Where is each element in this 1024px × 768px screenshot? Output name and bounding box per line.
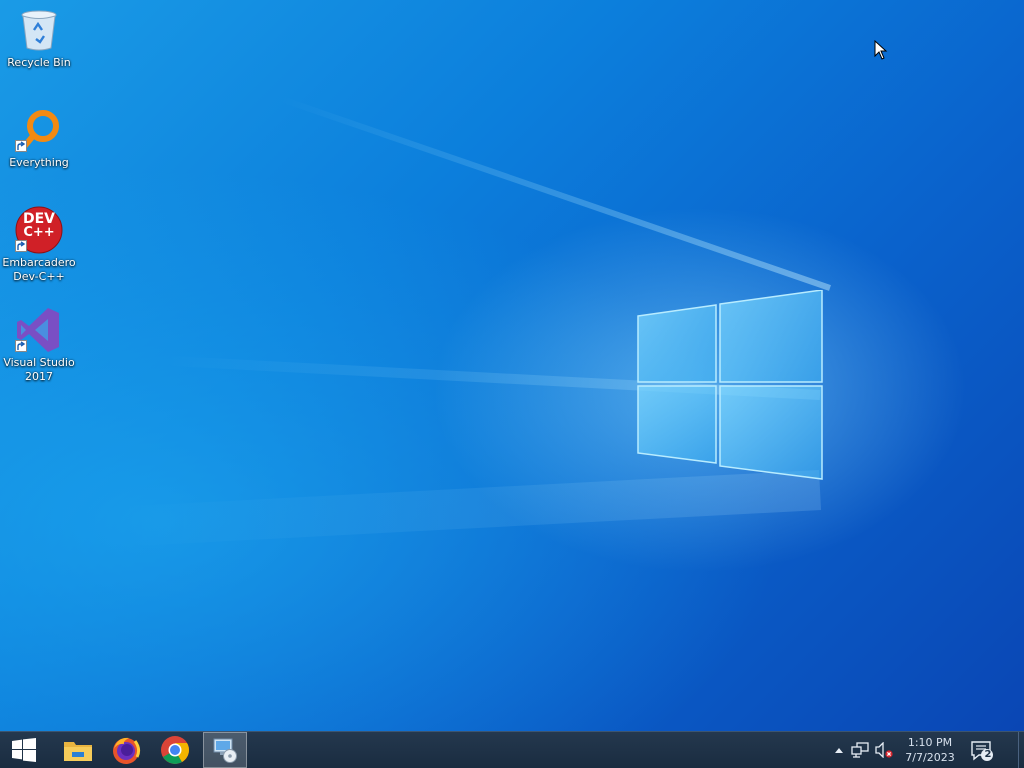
light-beam xyxy=(119,470,822,547)
file-explorer-icon xyxy=(64,742,92,761)
taskbar-firefox[interactable] xyxy=(102,732,150,768)
visual-studio-icon xyxy=(15,306,63,354)
desktop-icon-label: Embarcadero Dev-C++ xyxy=(2,256,76,283)
desktop-icon-label: Recycle Bin xyxy=(7,56,71,69)
tray-show-hidden[interactable] xyxy=(832,742,846,758)
windows-logo-wallpaper xyxy=(637,290,823,480)
desktop-icon-label: Visual Studio 2017 xyxy=(3,356,75,383)
desktop-icon-label: Everything xyxy=(9,156,69,169)
tray-network[interactable] xyxy=(851,742,869,758)
taskbar-file-explorer[interactable] xyxy=(54,732,102,768)
show-desktop-button[interactable] xyxy=(1018,732,1024,768)
taskbar: 1:10 PM 7/7/2023 2 xyxy=(0,731,1024,768)
devcpp-icon-text: DEV xyxy=(22,211,56,227)
light-beam xyxy=(280,96,831,291)
desktop[interactable]: Recycle Bin Everything DEV C++ Embarcade… xyxy=(0,0,1024,731)
start-button[interactable] xyxy=(0,732,48,768)
devcpp-icon: DEV C++ xyxy=(15,206,63,254)
desktop-icon-everything[interactable]: Everything xyxy=(2,106,76,170)
devcpp-icon-text: C++ xyxy=(23,225,55,240)
desktop-icon-devcpp[interactable]: DEV C++ Embarcadero Dev-C++ xyxy=(2,206,76,284)
clock-time: 1:10 PM xyxy=(907,736,953,749)
notification-count-badge: 2 xyxy=(984,749,992,760)
shortcut-arrow-icon xyxy=(15,340,27,352)
remote-desktop-icon xyxy=(213,738,237,763)
everything-search-icon xyxy=(15,106,63,154)
windows-start-icon xyxy=(12,738,36,762)
clock-date: 7/7/2023 xyxy=(905,751,955,764)
mouse-cursor-icon xyxy=(874,40,888,60)
chevron-up-icon xyxy=(835,748,843,753)
shortcut-arrow-icon xyxy=(15,240,27,252)
volume-muted-icon xyxy=(875,742,893,758)
shortcut-arrow-icon xyxy=(15,140,27,152)
recycle-bin-icon xyxy=(15,6,63,54)
firefox-icon xyxy=(113,737,141,764)
taskbar-clock[interactable]: 1:10 PM 7/7/2023 xyxy=(898,735,962,765)
desktop-icon-recycle-bin[interactable]: Recycle Bin xyxy=(2,6,76,70)
tray-volume[interactable] xyxy=(874,742,894,758)
desktop-icon-visual-studio[interactable]: Visual Studio 2017 xyxy=(2,306,76,384)
chrome-icon xyxy=(161,736,189,764)
taskbar-remote-desktop[interactable] xyxy=(203,732,247,768)
network-icon xyxy=(851,742,869,758)
action-center-button[interactable]: 2 xyxy=(966,736,998,766)
taskbar-chrome[interactable] xyxy=(151,732,199,768)
